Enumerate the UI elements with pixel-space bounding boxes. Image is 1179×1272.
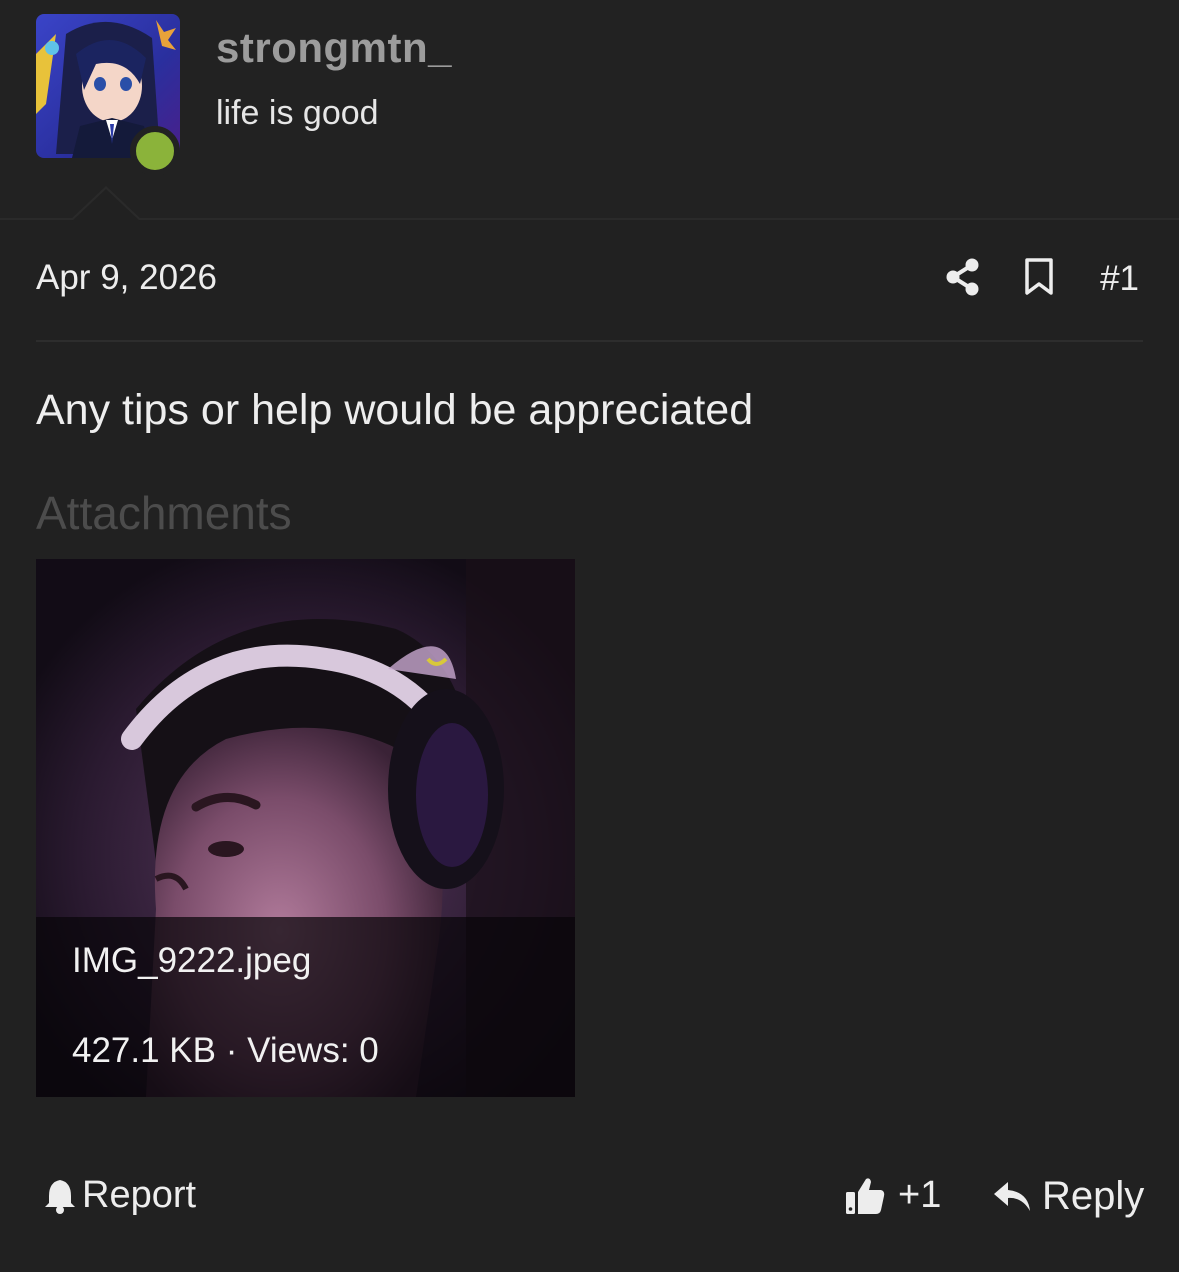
reply-button[interactable]: Reply [992, 1174, 1144, 1219]
share-icon[interactable] [946, 258, 980, 301]
post-message: Any tips or help would be appreciated [36, 386, 754, 434]
username[interactable]: strongmtn_ [216, 24, 452, 72]
post-actions: #1 [946, 256, 1139, 302]
post-number-link[interactable]: #1 [1100, 259, 1139, 299]
header-pointer [70, 186, 142, 221]
bell-icon [45, 1179, 75, 1214]
report-label: Report [82, 1174, 197, 1216]
online-status-dot [130, 126, 180, 176]
user-title: life is good [216, 94, 379, 132]
attachment-thumbnail[interactable]: IMG_9222.jpeg 427.1 KB · Views: 0 [36, 559, 575, 1097]
thumbs-up-icon [846, 1177, 885, 1214]
bookmark-icon[interactable] [1024, 257, 1054, 301]
attachment-filename[interactable]: IMG_9222.jpeg [72, 941, 311, 981]
post-date[interactable]: Apr 9, 2026 [36, 258, 217, 298]
attachments-heading: Attachments [36, 487, 292, 539]
avatar[interactable] [36, 14, 180, 176]
attachment-info-overlay: IMG_9222.jpeg 427.1 KB · Views: 0 [36, 917, 575, 1097]
like-count: +1 [898, 1174, 942, 1216]
post-header: strongmtn_ life is good [0, 0, 1179, 221]
report-button[interactable]: Report [44, 1174, 196, 1217]
divider [36, 340, 1143, 342]
attachment-meta: 427.1 KB · Views: 0 [72, 1031, 379, 1070]
reply-label: Reply [1042, 1174, 1145, 1218]
like-button[interactable]: +1 [844, 1174, 941, 1217]
reply-icon [994, 1181, 1030, 1211]
